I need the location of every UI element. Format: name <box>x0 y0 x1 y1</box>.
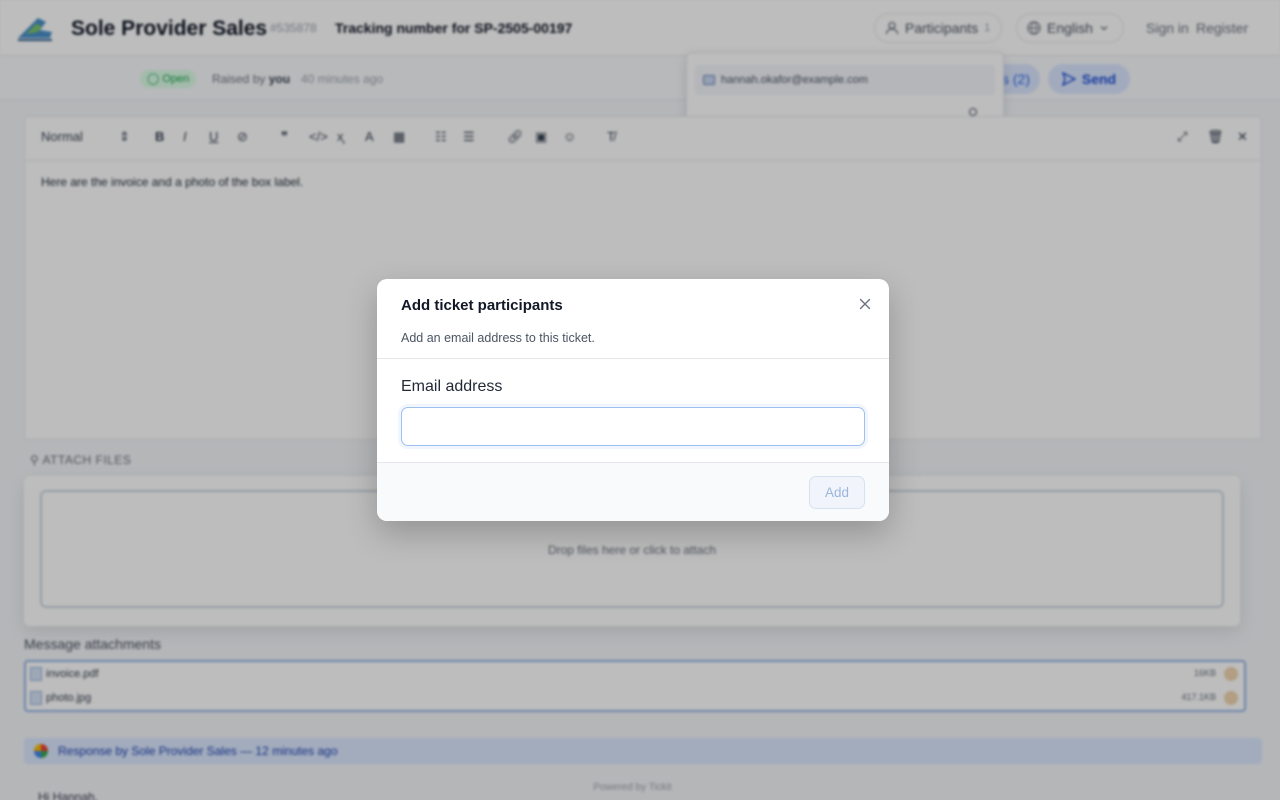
add-button[interactable]: Add <box>809 476 865 509</box>
email-field[interactable] <box>401 407 865 446</box>
divider <box>377 358 889 359</box>
email-field-label: Email address <box>401 378 503 395</box>
modal-footer: Add <box>377 462 889 521</box>
add-participants-modal: Add ticket participants Add an email add… <box>377 279 889 521</box>
close-icon[interactable] <box>857 296 873 312</box>
modal-title: Add ticket participants <box>401 297 563 314</box>
modal-description: Add an email address to this ticket. <box>401 331 595 345</box>
